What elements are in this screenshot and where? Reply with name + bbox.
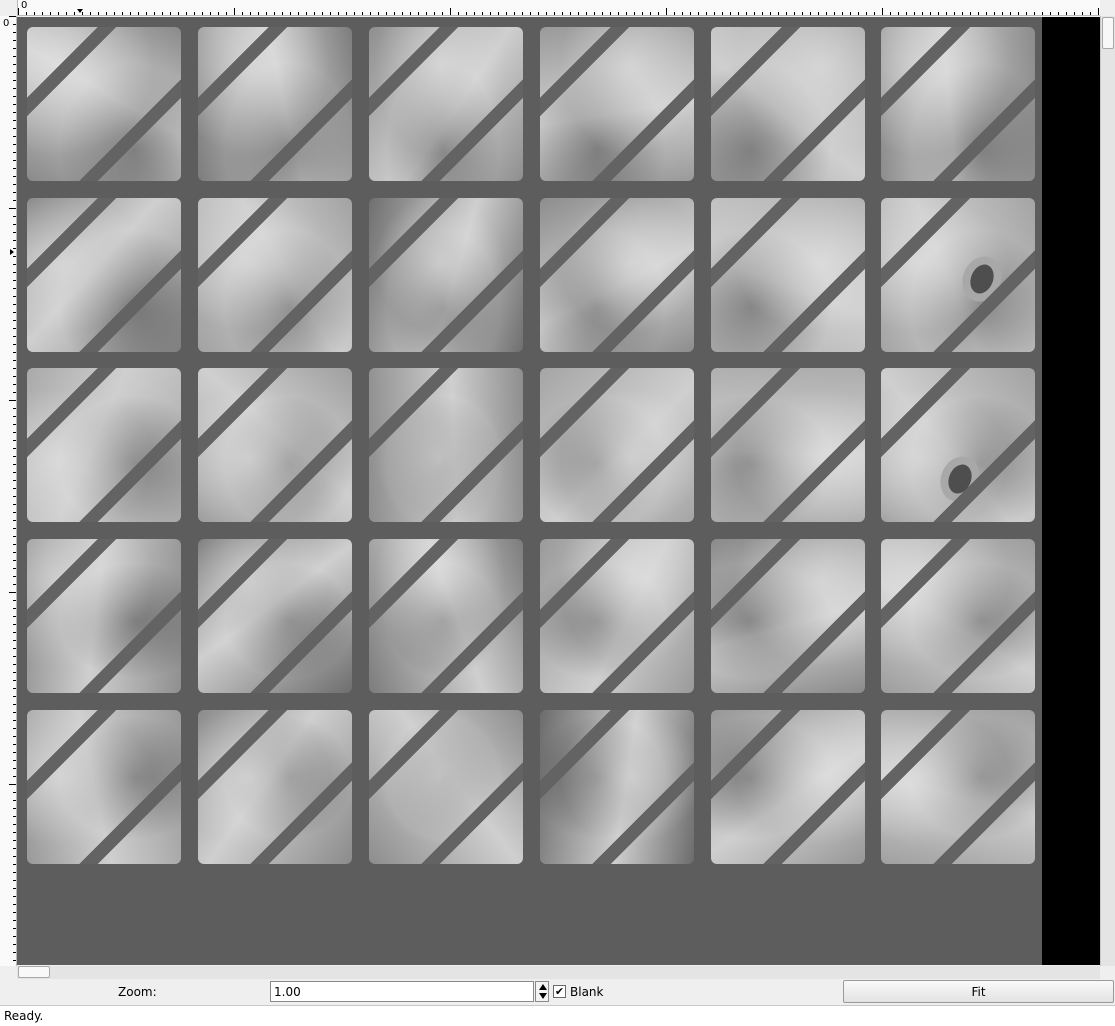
ruler-top-origin-label: 0 xyxy=(21,0,28,11)
ruler-position-marker xyxy=(77,9,83,13)
texture-tile xyxy=(27,368,181,522)
ruler-corner xyxy=(0,0,17,16)
texture-tile xyxy=(540,710,694,864)
texture-tile xyxy=(711,539,865,693)
horizontal-scrollbar-thumb[interactable] xyxy=(18,966,50,978)
ring-shape xyxy=(955,250,1009,308)
texture-tile xyxy=(711,368,865,522)
horizontal-scrollbar[interactable] xyxy=(17,966,1100,979)
texture-tile xyxy=(369,539,523,693)
zoom-spinner[interactable] xyxy=(535,981,549,1002)
texture-tile xyxy=(198,368,352,522)
texture-tile xyxy=(881,198,1035,352)
texture-tile xyxy=(27,27,181,181)
texture-tile xyxy=(711,198,865,352)
vertical-scrollbar-thumb[interactable] xyxy=(1102,17,1114,49)
texture-tile xyxy=(198,710,352,864)
status-text: Ready. xyxy=(4,1009,44,1023)
horizontal-ruler: 0 xyxy=(17,0,1100,16)
fit-button[interactable]: Fit xyxy=(843,980,1114,1003)
texture-tile xyxy=(881,710,1035,864)
blank-label: Blank xyxy=(570,985,604,999)
texture-tile xyxy=(369,27,523,181)
texture-tile xyxy=(540,198,694,352)
texture-tile xyxy=(881,539,1035,693)
texture-tile xyxy=(540,368,694,522)
checkbox-check-icon: ✔ xyxy=(554,985,565,998)
blank-checkbox[interactable]: ✔ xyxy=(553,985,566,998)
ring-shape xyxy=(933,450,987,508)
vertical-scrollbar[interactable] xyxy=(1100,16,1115,966)
zoom-input[interactable] xyxy=(270,981,534,1002)
texture-tile xyxy=(369,198,523,352)
vertical-ruler: 0 xyxy=(0,16,17,966)
texture-tile xyxy=(198,27,352,181)
zoom-label: Zoom: xyxy=(118,985,157,999)
texture-tile xyxy=(198,198,352,352)
texture-tile xyxy=(540,539,694,693)
texture-tile xyxy=(711,710,865,864)
texture-tile xyxy=(881,368,1035,522)
texture-tile xyxy=(27,198,181,352)
spinner-up-icon[interactable] xyxy=(539,984,547,990)
image-canvas[interactable] xyxy=(17,17,1100,965)
texture-tile xyxy=(369,368,523,522)
ruler-position-marker xyxy=(10,249,14,255)
texture-tile xyxy=(881,27,1035,181)
ruler-left-origin-label: 0 xyxy=(3,18,10,29)
spinner-down-icon[interactable] xyxy=(539,993,547,999)
status-bar: Ready. xyxy=(0,1005,1115,1026)
texture-tile xyxy=(711,27,865,181)
texture-tile xyxy=(540,27,694,181)
canvas-border-strip xyxy=(1042,17,1100,965)
texture-tile xyxy=(27,710,181,864)
texture-tile xyxy=(369,710,523,864)
texture-tile xyxy=(198,539,352,693)
texture-tile xyxy=(27,539,181,693)
